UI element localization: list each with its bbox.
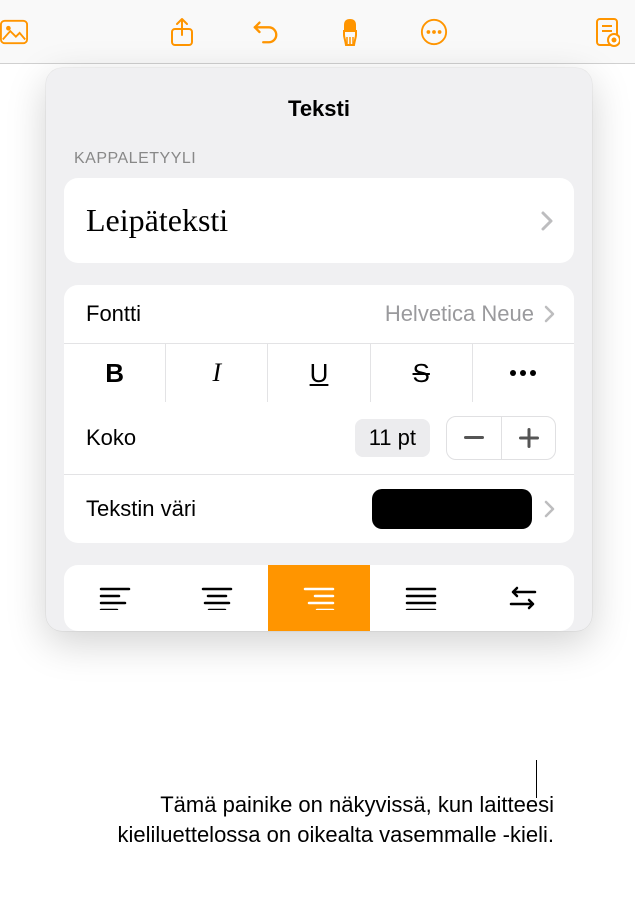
callout-text: Tämä painike on näkyvissä, kun laitteesi… — [94, 790, 554, 849]
document-icon[interactable] — [593, 18, 621, 46]
align-right-button[interactable] — [268, 565, 370, 631]
undo-icon[interactable] — [252, 18, 280, 46]
popover-title: Teksti — [46, 68, 592, 150]
text-color-row[interactable]: Tekstin väri — [64, 474, 574, 543]
increase-size-button[interactable] — [501, 417, 555, 459]
text-color-label: Tekstin väri — [86, 496, 372, 522]
font-value: Helvetica Neue — [385, 301, 534, 327]
share-icon[interactable] — [168, 18, 196, 46]
align-justify-button[interactable] — [370, 565, 472, 631]
chevron-right-icon — [544, 500, 556, 518]
italic-button[interactable]: I — [165, 344, 267, 402]
format-style-row: B I U S — [64, 343, 574, 402]
align-left-button[interactable] — [64, 565, 166, 631]
size-value[interactable]: 11 pt — [355, 419, 430, 457]
font-label: Fontti — [86, 301, 385, 327]
paragraph-style-name: Leipäteksti — [86, 202, 228, 239]
color-swatch[interactable] — [372, 489, 532, 529]
decrease-size-button[interactable] — [447, 417, 501, 459]
align-center-button[interactable] — [166, 565, 268, 631]
paragraph-style-label: KAPPALETYYLI — [46, 150, 592, 178]
more-format-button[interactable] — [472, 344, 574, 402]
chevron-right-icon — [540, 210, 554, 232]
font-row[interactable]: Fontti Helvetica Neue — [64, 285, 574, 343]
alignment-card — [64, 565, 574, 631]
bold-button[interactable]: B — [64, 344, 165, 402]
media-icon[interactable] — [0, 18, 28, 46]
rtl-direction-button[interactable] — [472, 565, 574, 631]
text-format-popover: Teksti KAPPALETYYLI Leipäteksti Fontti H… — [46, 68, 592, 631]
format-brush-icon[interactable] — [336, 18, 364, 46]
more-circle-icon[interactable] — [420, 18, 448, 46]
top-toolbar — [0, 0, 635, 64]
size-label: Koko — [86, 425, 355, 451]
font-card: Fontti Helvetica Neue B I U S Koko 11 pt — [64, 285, 574, 543]
strikethrough-button[interactable]: S — [370, 344, 472, 402]
underline-button[interactable]: U — [267, 344, 369, 402]
paragraph-style-card[interactable]: Leipäteksti — [64, 178, 574, 263]
size-stepper — [446, 416, 556, 460]
size-row: Koko 11 pt — [64, 402, 574, 474]
chevron-right-icon — [544, 305, 556, 323]
